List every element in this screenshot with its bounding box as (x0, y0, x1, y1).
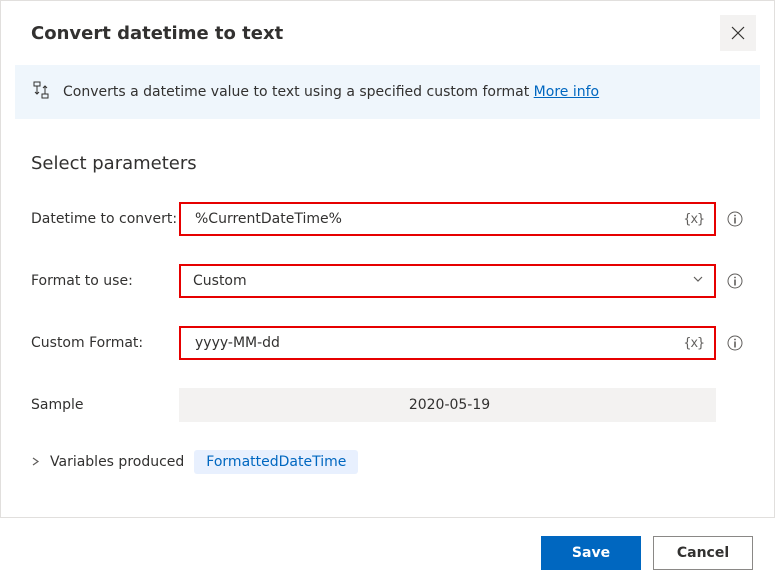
input-custom[interactable] (193, 334, 682, 352)
dialog-header: Convert datetime to text (1, 1, 774, 65)
sample-display: 2020-05-19 (179, 388, 716, 422)
cancel-button[interactable]: Cancel (653, 536, 753, 570)
expand-caret-icon[interactable] (31, 454, 40, 470)
close-icon (731, 26, 745, 40)
section-title: Select parameters (31, 153, 744, 174)
help-icon[interactable] (726, 210, 744, 228)
row-format: Format to use: Custom (31, 264, 744, 298)
chevron-down-icon (690, 273, 706, 289)
input-datetime-wrap: {x} (179, 202, 716, 236)
variable-chip[interactable]: FormattedDateTime (194, 450, 358, 474)
info-text: Converts a datetime value to text using … (63, 84, 599, 100)
dialog-footer: Save Cancel (0, 517, 775, 588)
action-icon (33, 81, 49, 103)
info-bar: Converts a datetime value to text using … (15, 65, 760, 119)
more-info-link[interactable]: More info (534, 84, 599, 100)
input-custom-wrap: {x} (179, 326, 716, 360)
save-button[interactable]: Save (541, 536, 641, 570)
label-custom: Custom Format: (31, 335, 179, 351)
dialog-body: Select parameters Datetime to convert: {… (1, 119, 774, 482)
help-icon[interactable] (726, 272, 744, 290)
variable-picker-icon[interactable]: {x} (682, 212, 706, 227)
row-datetime: Datetime to convert: {x} (31, 202, 744, 236)
dialog-title: Convert datetime to text (31, 23, 283, 44)
label-sample: Sample (31, 397, 179, 413)
select-format[interactable]: Custom (179, 264, 716, 298)
input-datetime[interactable] (193, 210, 682, 228)
variable-picker-icon[interactable]: {x} (682, 336, 706, 351)
close-button[interactable] (720, 15, 756, 51)
variables-produced-label: Variables produced (50, 454, 184, 470)
row-custom: Custom Format: {x} (31, 326, 744, 360)
select-format-value: Custom (193, 273, 690, 289)
row-sample: Sample 2020-05-19 (31, 388, 744, 422)
sample-value: 2020-05-19 (409, 397, 490, 413)
label-datetime: Datetime to convert: (31, 211, 179, 227)
variables-produced-row: Variables produced FormattedDateTime (31, 450, 744, 474)
label-format: Format to use: (31, 273, 179, 289)
help-icon[interactable] (726, 334, 744, 352)
